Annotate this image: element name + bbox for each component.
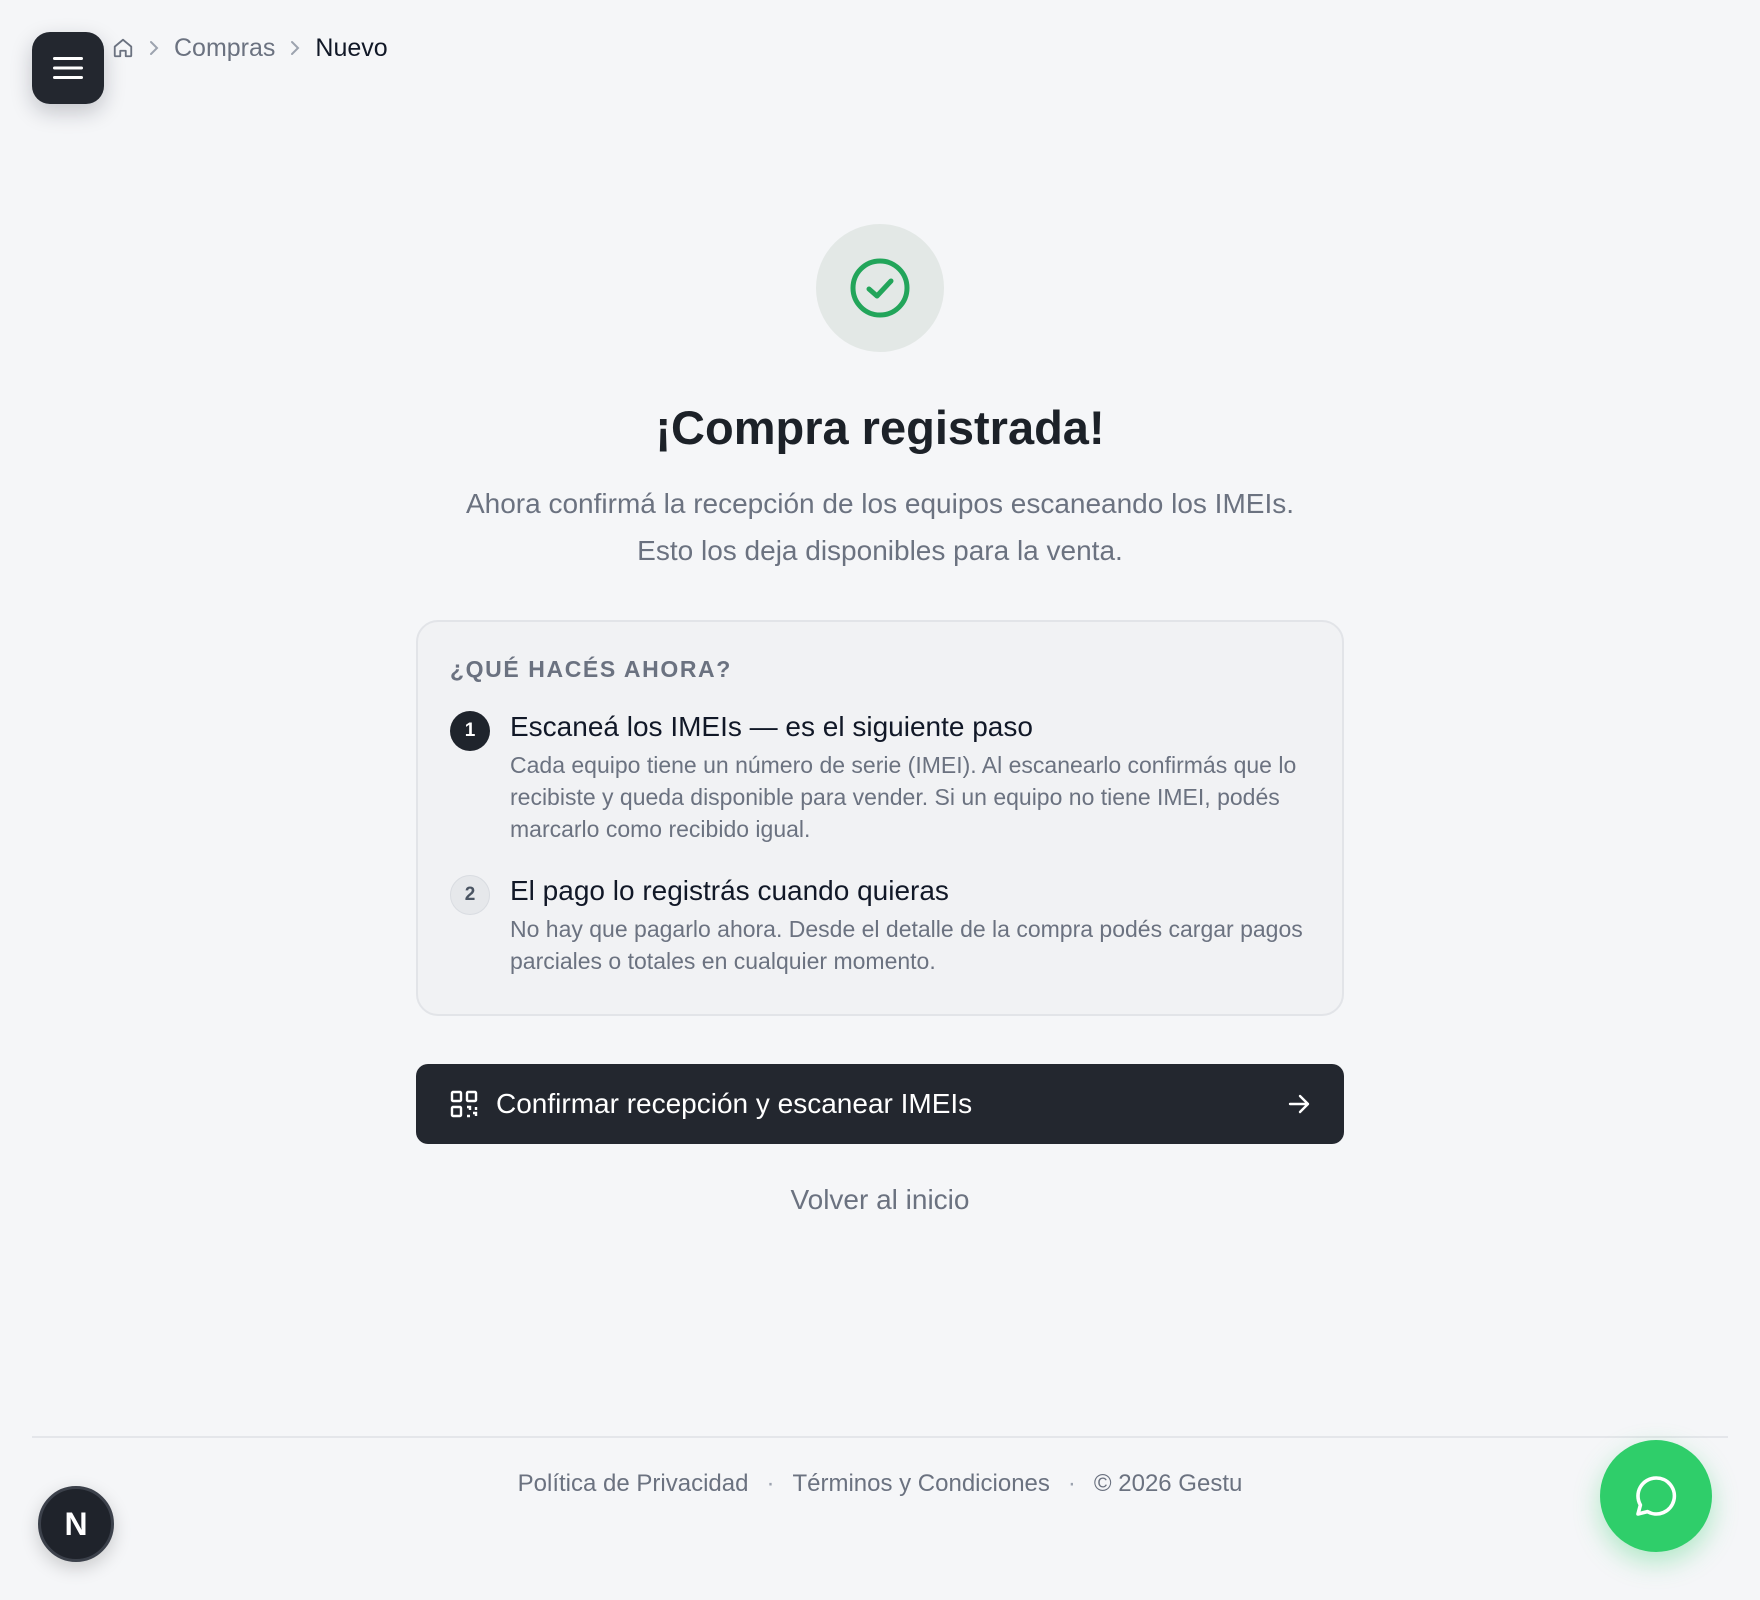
confirm-reception-label: Confirmar recepción y escanear IMEIs [496,1088,973,1119]
breadcrumb: Compras Nuevo [112,30,388,66]
subtitle-line-1: Ahora confirmá la recepción de los equip… [465,488,1295,519]
footer: Política de Privacidad · Términos y Cond… [0,1470,1760,1498]
breadcrumb-item-current: Nuevo [315,33,388,62]
check-circle-icon [850,258,910,318]
home-icon [113,38,133,58]
copyright-text: © 2026 Gestu [1093,1470,1243,1497]
hamburger-menu-icon [53,57,83,79]
chat-button[interactable] [1600,1440,1712,1552]
subtitle-line-2: Esto los deja disponibles para la venta. [637,535,1123,566]
footer-separator: · [1067,1470,1076,1497]
confirm-reception-button[interactable]: Confirmar recepción y escanear IMEIs [416,1064,1344,1144]
step-title: El pago lo registrás cuando quieras [510,875,949,906]
step-number-badge: 2 [450,875,490,915]
breadcrumb-item-compras[interactable]: Compras [174,34,275,63]
step-title: Escaneá los IMEIs — es el siguiente paso [510,711,1033,742]
terms-link[interactable]: Términos y Condiciones [792,1470,1049,1498]
chevron-right-icon [289,40,301,56]
step-description: Cada equipo tiene un número de serie (IM… [510,752,1297,842]
privacy-link[interactable]: Política de Privacidad [518,1470,749,1498]
back-home-link[interactable]: Volver al inicio [0,1184,1760,1216]
step-number-badge: 1 [450,711,490,751]
page-subtitle: Ahora confirmá la recepción de los equip… [380,480,1380,574]
page: Compras Nuevo ¡Compra registrada! Ahora … [0,0,1760,1600]
page-title: ¡Compra registrada! [655,401,1105,454]
next-steps-card: ¿QUÉ HACÉS AHORA? 1 Escaneá los IMEIs — … [416,620,1344,1016]
menu-button[interactable] [32,32,104,104]
avatar-initial: N [64,1505,88,1542]
step-description: No hay que pagarlo ahora. Desde el detal… [510,916,1303,974]
footer-separator: · [766,1470,775,1497]
chevron-right-icon [148,40,160,56]
qr-code-icon [450,1090,478,1118]
breadcrumb-home[interactable] [112,37,134,59]
step-item: 1 Escaneá los IMEIs — es el siguiente pa… [450,709,1310,845]
card-heading: ¿QUÉ HACÉS AHORA? [450,656,732,682]
avatar[interactable]: N [38,1486,114,1562]
success-badge [816,224,944,352]
step-item: 2 El pago lo registrás cuando quieras No… [450,873,1310,977]
footer-divider [32,1436,1728,1438]
chat-bubble-icon [1636,1476,1677,1516]
arrow-right-icon [1288,1094,1310,1114]
